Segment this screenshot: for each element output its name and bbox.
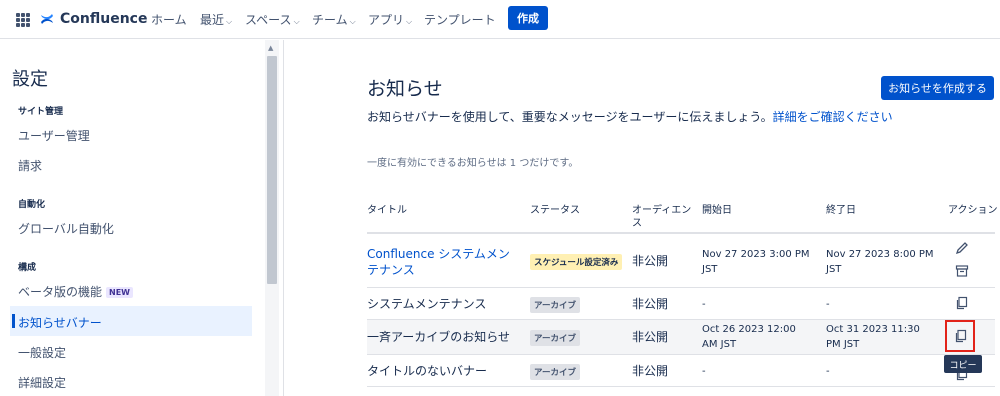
copy-button-highlight [945, 320, 975, 352]
table-header-divider [367, 232, 995, 234]
row-end-date: Oct 31 2023 11:30 PM JST [826, 324, 920, 350]
row-start-date: Nov 27 2023 3:00 PM JST [702, 249, 810, 275]
nav-apps[interactable]: アプリ ⌵ [368, 11, 412, 28]
limit-note: 一度に有効にできるお知らせは 1 つだけです。 [367, 158, 579, 169]
sidebar-item-global-automation[interactable]: グローバル自動化 [18, 220, 114, 237]
nav-spaces[interactable]: スペース ⌵ [245, 11, 300, 28]
row-title: システムメンテナンス [367, 297, 487, 311]
nav-recent[interactable]: 最近 ⌵ [200, 11, 232, 28]
column-header-title: タイトル [367, 205, 407, 216]
pencil-icon[interactable] [955, 241, 969, 255]
row-start-date: - [702, 299, 706, 310]
row-title: 一斉アーカイブのお知らせ [367, 330, 511, 344]
status-badge: アーカイブ [530, 297, 580, 313]
logo-text: Confluence [60, 11, 148, 27]
row-end-date: - [826, 366, 830, 377]
sidebar-item-beta-features[interactable]: ベータ版の機能 NEW [18, 283, 133, 300]
row-end-date: - [826, 299, 830, 310]
app-switcher-icon[interactable] [16, 13, 30, 27]
column-header-start-date: 開始日 [702, 205, 732, 216]
create-button[interactable]: 作成 [508, 6, 548, 30]
top-navigation: Confluence ホーム 最近 ⌵ スペース ⌵ チーム ⌵ アプリ ⌵ テンプレー… [0, 0, 1000, 39]
archive-icon[interactable] [955, 264, 969, 278]
row-audience: 非公開 [632, 297, 669, 311]
active-indicator [12, 314, 15, 328]
sidebar-section-configuration: 構成 [18, 263, 37, 273]
column-header-end-date: 終了日 [826, 205, 856, 216]
confluence-logo[interactable]: Confluence [40, 9, 147, 29]
nav-teams[interactable]: チーム ⌵ [312, 11, 356, 28]
copy-tooltip: コピー [944, 355, 982, 373]
row-end-date: Nov 27 2023 8:00 PM JST [826, 249, 934, 275]
nav-templates[interactable]: テンプレート [424, 11, 496, 28]
row-start-date: - [702, 366, 706, 377]
sidebar-scrollbar[interactable]: ▲ [265, 40, 279, 396]
sidebar-section-automation: 自動化 [18, 200, 46, 210]
create-announcement-button[interactable]: お知らせを作成する [881, 76, 994, 100]
column-header-actions: アクション [948, 205, 998, 216]
status-badge: アーカイブ [530, 364, 580, 380]
sidebar-title: 設定 [12, 69, 48, 90]
row-divider [367, 354, 995, 355]
sidebar-section-site-admin: サイト管理 [18, 107, 64, 117]
scrollbar-thumb[interactable] [267, 56, 277, 284]
copy-icon[interactable] [955, 296, 969, 310]
chevron-down-icon: ⌵ [406, 17, 413, 26]
confluence-logo-icon [41, 14, 53, 24]
status-badge: スケジュール設定済み [530, 254, 623, 270]
row-audience: 非公開 [632, 254, 669, 268]
sidebar-item-billing[interactable]: 請求 [18, 157, 42, 174]
page-description: お知らせバナーを使用して、重要なメッセージをユーザーに伝えましょう。詳細をご確認… [367, 110, 893, 124]
row-divider [367, 287, 995, 288]
chevron-down-icon: ⌵ [293, 17, 300, 26]
settings-sidebar: 設定 サイト管理 ユーザー管理 請求 自動化 グローバル自動化 構成 ベータ版の… [0, 40, 284, 396]
status-badge: アーカイブ [530, 330, 580, 346]
sidebar-item-general-settings[interactable]: 一般設定 [18, 344, 66, 361]
row-divider [367, 386, 995, 387]
sidebar-item-label-announcement-banner: お知らせバナー [18, 316, 102, 330]
new-badge: NEW [106, 287, 133, 298]
column-header-status: ステータス [530, 205, 580, 216]
sidebar-item-advanced-settings[interactable]: 詳細設定 [18, 374, 66, 391]
row-audience: 非公開 [632, 364, 669, 378]
row-title: タイトルのないバナー [367, 364, 488, 378]
page-title: お知らせ [367, 78, 443, 100]
chevron-down-icon: ⌵ [349, 17, 356, 26]
scroll-up-arrow-icon[interactable]: ▲ [268, 44, 273, 52]
row-audience: 非公開 [632, 330, 669, 344]
nav-home[interactable]: ホーム [151, 11, 187, 28]
sidebar-item-user-management[interactable]: ユーザー管理 [18, 127, 90, 144]
column-header-audience: オーディエンス [632, 205, 692, 229]
chevron-down-icon: ⌵ [226, 17, 233, 26]
row-start-date: Oct 26 2023 12:00 AM JST [702, 324, 796, 350]
details-link[interactable]: 詳細をご確認ください [773, 110, 893, 124]
row-title-link[interactable]: Confluence システムメンテナンス [367, 246, 517, 278]
